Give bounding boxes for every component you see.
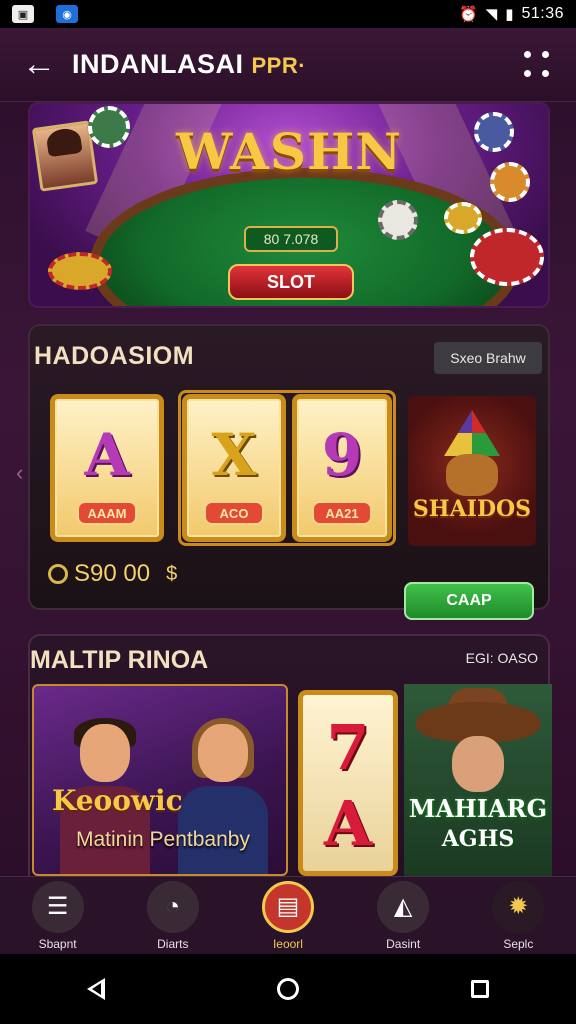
game-tile-title: Keoowic [52, 784, 183, 817]
more-options-icon[interactable] [524, 50, 554, 79]
game-tile-subtitle: Matinin Pentbanby [76, 828, 250, 851]
back-triangle-icon [87, 978, 105, 1000]
nav-label: Dasint [386, 936, 421, 951]
hero-banner[interactable]: WASHN 80 7.078 SLOT [28, 102, 550, 308]
nav-label: Diarts [157, 936, 189, 951]
section-top-button[interactable]: Sxeo Brahw [434, 342, 542, 374]
balance-display: S90 00 $ [48, 560, 177, 588]
bottom-navigation: ☰ Sbapnt ◔ Diarts ▤ Ieoorl ◭ Dasint ✹ Se… [0, 876, 576, 954]
alarm-icon: ⏰ [458, 6, 478, 23]
slot-panel: ‹ HADOASIOM Sxeo Brahw A AAAM X ACO 9 AA… [16, 324, 550, 620]
back-button[interactable] [76, 969, 116, 1009]
coin-icon [48, 564, 68, 584]
play-button[interactable]: CAAP [404, 582, 534, 620]
balance-suffix: $ [166, 562, 178, 585]
featured-game-card[interactable]: SHAIDOS [408, 396, 536, 546]
nav-item-home[interactable]: ☰ Sbapnt [12, 880, 104, 951]
profile-icon: ◭ [377, 880, 430, 933]
app-screen: ← INDANLASAI PPR· WASHN 80 7.078 SLOT ‹ H… [0, 28, 576, 954]
gallery-notification-icon: ▣ [12, 5, 34, 23]
reel-symbol: A [84, 421, 130, 489]
game-tile-cowboy[interactable]: MAHIARG AGHS [404, 684, 552, 876]
back-arrow-icon[interactable]: ← [22, 45, 72, 84]
reel-tag: AAAM [77, 501, 137, 525]
game-tile-title: MAHIARG [408, 794, 548, 823]
game-tile-sevens[interactable]: 7 A [298, 690, 398, 876]
app-title: INDANLASAI PPR· [72, 49, 306, 80]
slot-digit: 7 [326, 711, 370, 784]
home-circle-icon [277, 978, 299, 1000]
poker-chip-icon [378, 200, 418, 240]
nav-label: Seplc [503, 936, 534, 951]
system-navigation-bar [0, 954, 576, 1024]
status-bar: ▣ ◉ ⏰ ◥ ▮ 51:36 [0, 0, 576, 28]
signal-icon: ▮ [505, 6, 514, 23]
app-notification-icon: ◉ [56, 5, 78, 23]
reel-tag: ACO [204, 501, 264, 525]
reel-tag: AA21 [312, 501, 372, 525]
balance-value: S90 00 [74, 560, 151, 587]
reel-symbol: 9 [321, 421, 363, 489]
poker-chip-icon [48, 252, 112, 290]
slot-icon: ▤ [261, 880, 314, 933]
status-bar-system: ⏰ ◥ ▮ 51:36 [459, 5, 564, 23]
game-tile-subtitle: AGHS [441, 826, 515, 852]
wifi-icon: ◥ [485, 6, 498, 23]
nav-label: Ieoorl [272, 936, 303, 951]
top-app-bar: ← INDANLASAI PPR· [0, 28, 576, 102]
chart-icon: ◔ [146, 880, 199, 933]
reel-symbol: X [211, 421, 257, 489]
sun-icon: ✹ [492, 880, 545, 933]
app-title-accent: PPR· [251, 53, 307, 78]
nav-item-slots[interactable]: ▤ Ieoorl [242, 880, 334, 951]
app-title-text: INDANLASAI [72, 49, 244, 79]
slot-reel-3[interactable]: 9 AA21 [292, 394, 392, 542]
slot-reel-1[interactable]: A AAAM [50, 394, 164, 542]
see-all-link[interactable]: EGI: OASO [466, 650, 538, 666]
hero-amount: 80 7.078 [244, 226, 338, 252]
chevron-left-icon[interactable]: ‹ [16, 460, 23, 486]
recents-button[interactable] [460, 969, 500, 1009]
home-icon: ☰ [31, 880, 84, 933]
mascot-face [446, 454, 498, 496]
poker-chip-icon [470, 228, 544, 286]
nav-item-charts[interactable]: ◔ Diarts [127, 880, 219, 951]
nav-item-special[interactable]: ✹ Seplc [472, 880, 564, 951]
jester-hat-icon [444, 410, 500, 456]
slot-digit: A [323, 787, 373, 860]
recents-square-icon [471, 980, 489, 998]
hero-title: WASHN [176, 122, 402, 181]
nav-item-profile[interactable]: ◭ Dasint [357, 880, 449, 951]
character-face [452, 736, 504, 792]
section-title: HADOASIOM [34, 342, 195, 370]
featured-game-label: SHAIDOS [412, 496, 532, 522]
slot-button[interactable]: SLOT [228, 264, 354, 300]
slot-reel-2[interactable]: X ACO [182, 394, 286, 542]
poker-chip-icon [444, 202, 482, 234]
game-tile-duo[interactable]: Keoowic Matinin Pentbanby [32, 684, 288, 876]
section-title: MALTIP RINOA [30, 646, 209, 674]
nav-label: Sbapnt [38, 936, 77, 951]
status-time: 51:36 [521, 5, 564, 22]
home-button[interactable] [268, 969, 308, 1009]
status-bar-notifications: ▣ ◉ [12, 5, 78, 23]
